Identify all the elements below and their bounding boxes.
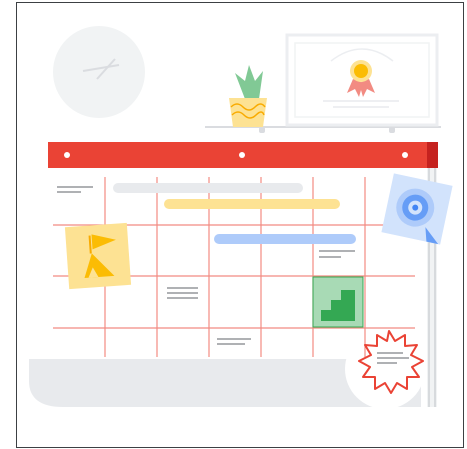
shelf-peg-left — [259, 127, 265, 133]
shelf-peg-right — [389, 127, 395, 133]
illustration-frame — [16, 2, 464, 448]
certificate-icon — [285, 33, 439, 127]
plant-icon — [229, 65, 267, 127]
event-bar-gray — [113, 183, 303, 193]
flag-note-icon — [64, 222, 132, 290]
event-bar-blue — [214, 234, 356, 244]
event-bar-yellow — [164, 199, 340, 209]
clock-icon — [53, 26, 145, 118]
target-icon — [381, 173, 453, 245]
calendar-illustration — [29, 26, 453, 409]
calendar-header — [48, 142, 438, 168]
stairs-icon — [312, 276, 364, 328]
